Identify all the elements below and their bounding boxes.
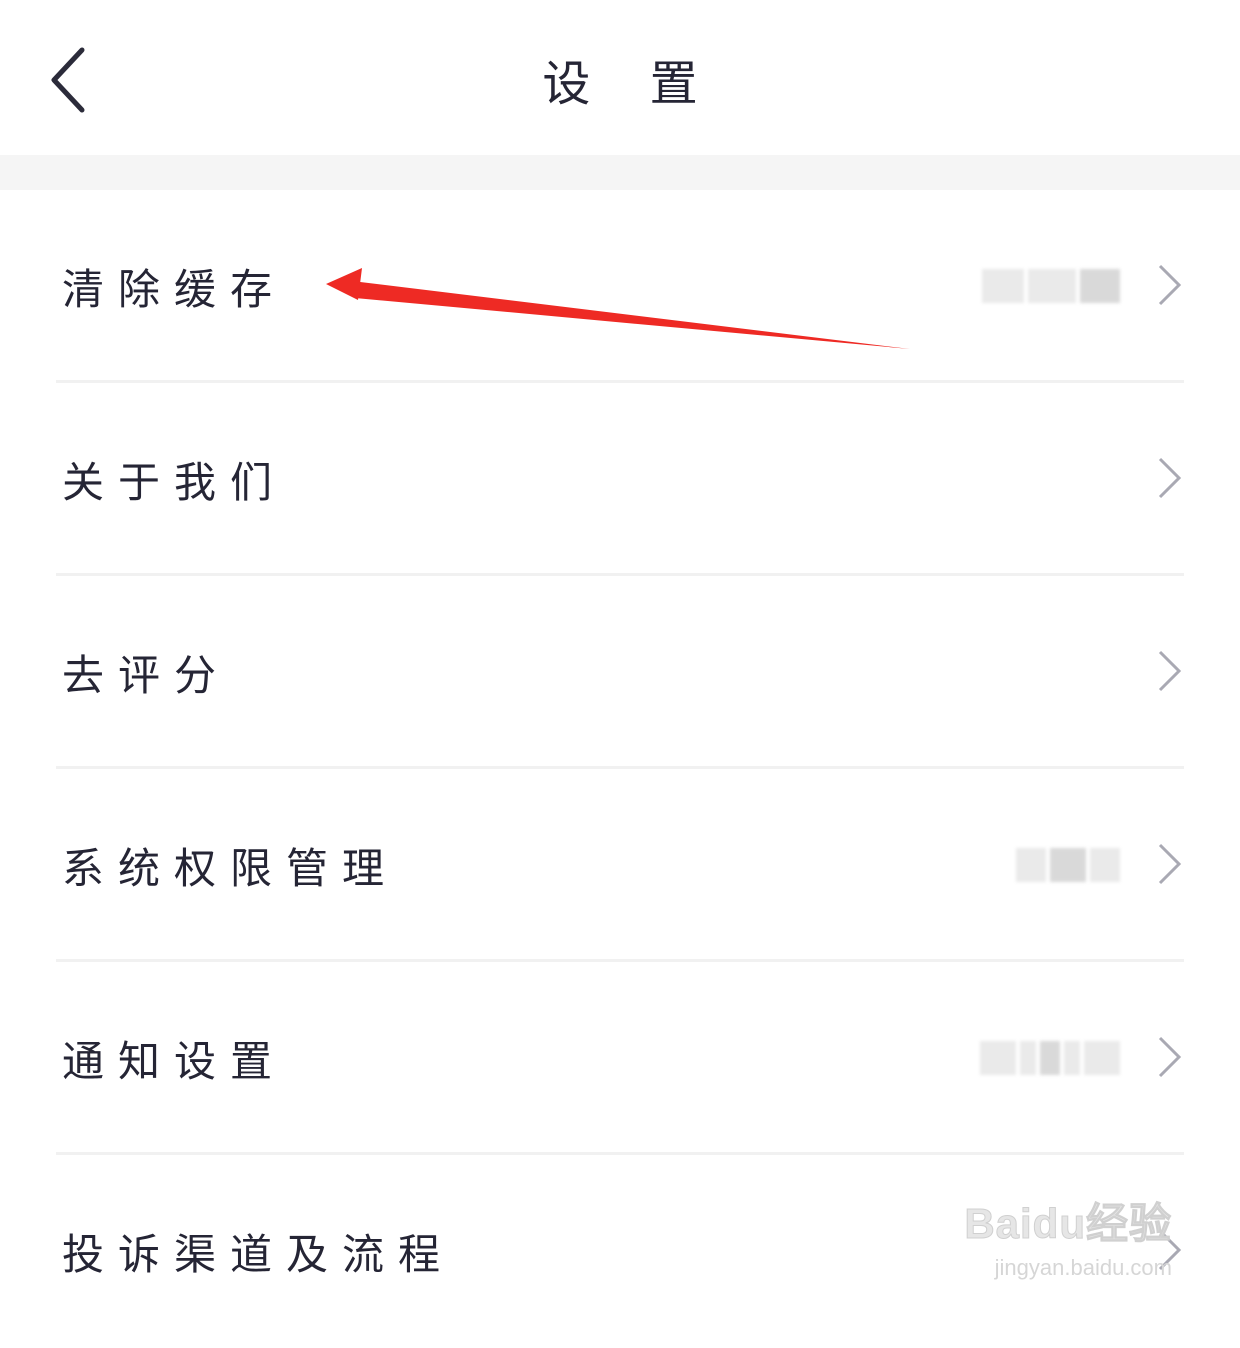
settings-item-system-permissions[interactable]: 系统权限管理 [0, 769, 1240, 962]
settings-item-label: 系统权限管理 [62, 844, 399, 893]
chevron-right-icon [1158, 457, 1182, 499]
watermark-logo: Baidu经验 [964, 1200, 1172, 1248]
permissions-value-blurred [1016, 845, 1120, 885]
settings-item-label: 投诉渠道及流程 [62, 1230, 455, 1279]
chevron-right-icon [1158, 1036, 1182, 1078]
settings-item-about-us[interactable]: 关于我们 [0, 383, 1240, 576]
cache-size-value-blurred [982, 266, 1120, 306]
settings-item-label: 清除缓存 [62, 265, 287, 314]
settings-item-clear-cache[interactable]: 清除缓存 [0, 190, 1240, 383]
chevron-right-icon [1158, 650, 1182, 692]
page-title: 设 置 [542, 56, 720, 112]
settings-item-label: 关于我们 [62, 458, 287, 507]
chevron-right-icon [1158, 843, 1182, 885]
settings-list: 清除缓存 关于我们 去评分 系统权限管理 通知设置 投诉渠道及流程 [0, 190, 1240, 1348]
settings-item-label: 去评分 [62, 651, 231, 700]
section-gap [0, 155, 1240, 190]
chevron-right-icon [1158, 264, 1182, 306]
settings-item-label: 通知设置 [62, 1037, 287, 1086]
notifications-value-blurred [980, 1038, 1120, 1078]
watermark-url: jingyan.baidu.com [994, 1255, 1172, 1280]
watermark: Baidu经验 jingyan.baidu.com [942, 1190, 1172, 1310]
settings-item-rate[interactable]: 去评分 [0, 576, 1240, 769]
settings-item-notifications[interactable]: 通知设置 [0, 962, 1240, 1155]
header: 设 置 [0, 0, 1240, 155]
